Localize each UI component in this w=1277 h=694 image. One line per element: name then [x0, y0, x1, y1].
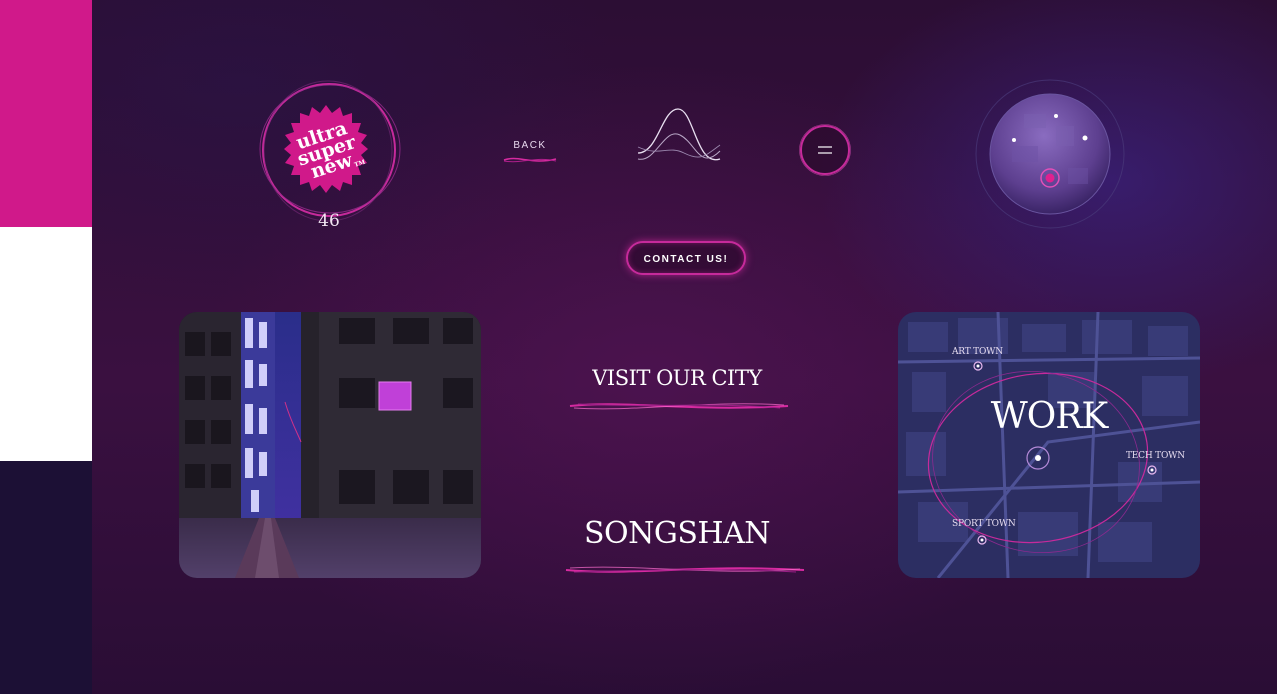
color-strip-white [0, 227, 92, 461]
contact-button[interactable]: CONTACT US! [626, 241, 746, 275]
songshan-link[interactable]: SONGSHAN [557, 516, 797, 551]
work-title: WORK [990, 396, 1109, 437]
city-image-card[interactable] [179, 312, 481, 578]
back-button[interactable]: BACK [500, 136, 560, 170]
menu-button[interactable] [798, 123, 852, 177]
stage: ultra super new TM 46 BACK CONTACT US! V… [92, 0, 1277, 694]
city-street-image [179, 312, 481, 578]
radar-map-button[interactable] [972, 76, 1128, 232]
town-label-sport[interactable]: SPORT TOWN [952, 519, 1016, 529]
logo[interactable]: ultra super new TM 46 [254, 75, 404, 235]
wave-icon [637, 108, 721, 161]
town-label-art[interactable]: ART TOWN [952, 347, 1003, 357]
town-label-tech[interactable]: TECH TOWN [1126, 451, 1185, 461]
visit-city-link[interactable]: VISIT OUR CITY [562, 366, 792, 390]
color-strip-navy [0, 461, 92, 694]
back-underline-icon [503, 157, 557, 163]
back-label: BACK [513, 140, 547, 151]
songshan-underline-icon [565, 566, 805, 573]
logo-count: 46 [318, 211, 340, 231]
visit-underline-icon [569, 403, 789, 410]
work-map-card[interactable]: WORK ART TOWN TECH TOWN SPORT TOWN [898, 312, 1200, 578]
ultrasupernew-badge: ultra super new TM [284, 105, 368, 193]
district-map-image [898, 312, 1200, 578]
color-strip-pink [0, 0, 92, 227]
